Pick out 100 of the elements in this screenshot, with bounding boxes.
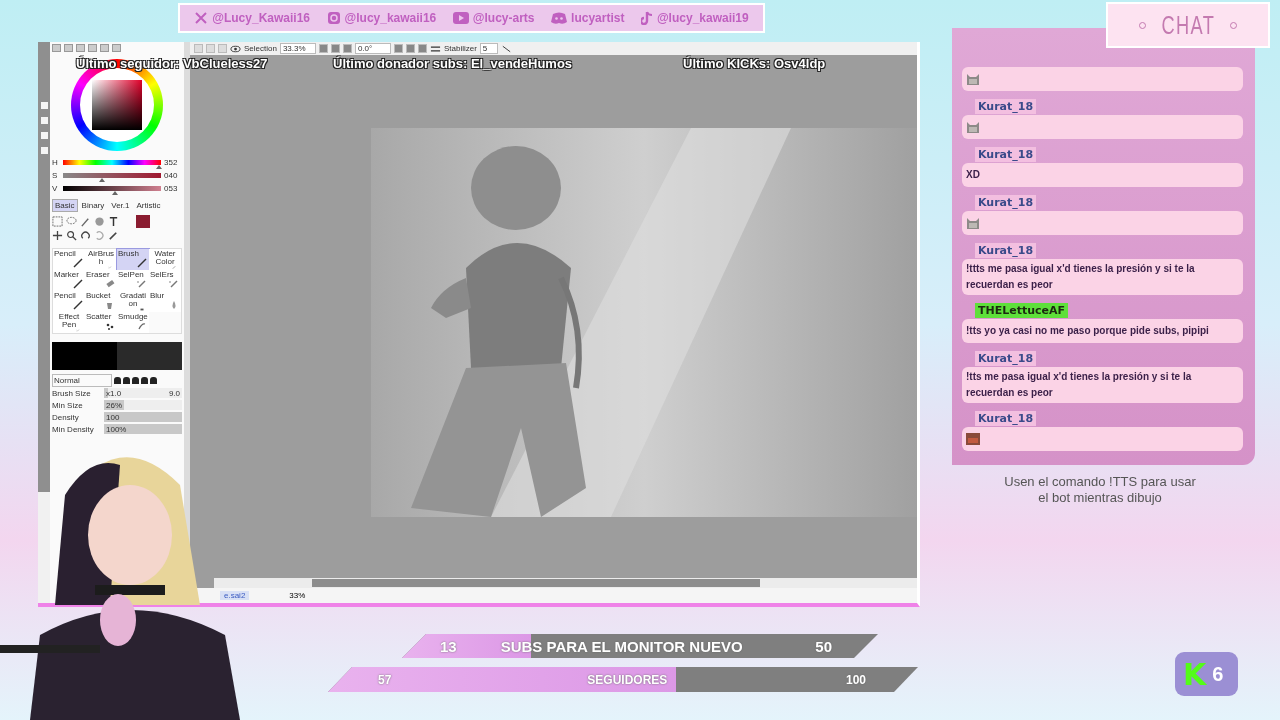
pen-icon	[72, 279, 84, 289]
x-logo-icon	[194, 11, 209, 25]
setting-label: Density	[52, 412, 80, 422]
cat-emote-icon	[966, 121, 980, 133]
zoom-value: 33%	[289, 591, 306, 600]
alert-text: Último KICKs: Osv4ldp	[683, 56, 826, 71]
chat-username: Kurat_18	[975, 147, 1037, 162]
goal-current: 13	[440, 637, 457, 655]
chat-username: Kurat_18	[975, 99, 1037, 114]
brush-tab[interactable]: Basic	[52, 199, 78, 212]
eyedropper-icon[interactable]	[108, 229, 119, 241]
pen-icon	[136, 258, 148, 268]
brush-tool[interactable]: Marker	[53, 270, 85, 291]
brush-tool[interactable]: Brush	[117, 249, 149, 270]
chat-username: Kurat_18	[975, 351, 1037, 366]
slider-value: 352	[164, 158, 179, 167]
brush-tool[interactable]: SelPen	[117, 270, 149, 291]
brush-tool[interactable]: Pencil	[53, 291, 85, 312]
rotation-field[interactable]: 0.0°	[354, 43, 391, 54]
color-swatch[interactable]	[136, 214, 150, 228]
chat-username: Kurat_18	[975, 195, 1037, 210]
setting-label: Min Density	[52, 424, 95, 434]
stabilizer-field[interactable]: 5	[479, 43, 498, 54]
goal-target: 50	[815, 637, 832, 655]
emote-icon	[966, 433, 980, 445]
chat-note: Usen el comando !TTS para usar el bot mientras dibujo	[1003, 474, 1197, 506]
stabilizer-label: Stabilizer	[443, 44, 477, 53]
line-icon[interactable]	[500, 44, 512, 53]
brush-tab[interactable]: Artistic	[133, 199, 164, 212]
kick-logo: K	[1183, 656, 1207, 692]
setting-slider[interactable]: 100	[104, 412, 182, 422]
setting-slider[interactable]: 26%	[104, 400, 182, 410]
message-text: !tts yo ya casi no me paso porque pide subs, pipipi	[966, 324, 1209, 338]
pen-icon	[72, 258, 84, 268]
eye-icon[interactable]	[230, 44, 241, 53]
social-handle: @lucy_kawaii16	[344, 11, 437, 25]
reset-button[interactable]	[417, 44, 427, 53]
blend-mode-select[interactable]: Normal	[52, 374, 112, 387]
slider-value: 040	[164, 171, 179, 180]
chat-username: THELettuceAF	[975, 303, 1069, 318]
zoom-field[interactable]: 33.3%	[279, 43, 316, 54]
pen-icon	[72, 300, 84, 310]
alert-text: Último donador subs: El_vendeHumos	[333, 56, 573, 71]
setting-value: 100%	[105, 424, 128, 434]
social-handle: @lucy-arts	[472, 11, 535, 25]
flip-icon[interactable]	[429, 44, 441, 53]
brush-tool[interactable]: SelErs	[149, 270, 181, 291]
selection-label: Selection	[244, 44, 277, 53]
social-handle: @Lucy_Kawaii16	[212, 11, 310, 25]
reset-button[interactable]	[342, 44, 352, 53]
setting-slider[interactable]: 100%	[104, 424, 182, 434]
goal-target: 100	[845, 672, 866, 687]
slider-label: V	[52, 184, 59, 193]
minus-button[interactable]	[318, 44, 328, 53]
message-text: XD	[966, 168, 980, 182]
zoom-icon[interactable]	[66, 229, 77, 241]
brush-tool[interactable]: Blur	[149, 291, 181, 312]
plus-button[interactable]	[330, 44, 340, 53]
color-square[interactable]	[92, 80, 142, 130]
setting-value: 100	[105, 412, 121, 422]
chat-title: CHAT	[1161, 9, 1215, 41]
move-icon[interactable]	[52, 229, 63, 241]
message-text: !tts me pasa igual x'd tienes la presión y si te la recuerdan es peor	[966, 370, 1193, 400]
social-handle: lucyartist	[571, 11, 625, 25]
goal-label: SEGUIDORES	[587, 672, 668, 687]
rotate-icon[interactable]	[80, 229, 91, 241]
play-icon	[452, 12, 469, 24]
kick-count: 6	[1212, 662, 1224, 686]
brush-tool[interactable]: AirBrush	[85, 249, 117, 270]
smudge-icon	[136, 321, 148, 331]
setting-label: Brush Size	[52, 388, 92, 398]
text-tool-icon[interactable]	[108, 215, 119, 227]
cat-emote-icon	[966, 73, 980, 85]
brush-tool[interactable]: Pencil	[53, 249, 85, 270]
file-tab[interactable]: e.sai2	[220, 591, 250, 600]
brush-tool[interactable]: Eraser	[85, 270, 117, 291]
goal-current: 57	[378, 672, 392, 687]
dots-icon	[104, 321, 116, 331]
multiplier-value: x1.0	[105, 388, 123, 398]
scrollbar[interactable]	[214, 578, 917, 588]
setting-label: Min Size	[52, 400, 84, 410]
brush-tool[interactable]: Smudge	[117, 312, 149, 333]
brush-tool[interactable]: Bucket	[85, 291, 117, 312]
music-note-icon	[640, 11, 653, 25]
message-text: !ttts me pasa igual x'd tienes la presión y si te la recuerdan es peor	[966, 262, 1196, 292]
brush-tab[interactable]: Binary	[78, 199, 108, 212]
brush-tool[interactable]: Water Color	[149, 249, 181, 270]
slider-value: 053	[164, 184, 179, 193]
gamepad-icon	[551, 12, 568, 24]
chat-username: Kurat_18	[975, 243, 1037, 258]
setting-slider[interactable]: x1.0 9.0	[104, 388, 182, 398]
brush-tool[interactable]: Scatter	[85, 312, 117, 333]
setting-value: 9.0	[167, 388, 181, 398]
slider-label: S	[52, 171, 59, 180]
brush-tool[interactable]: Effect Pen	[53, 312, 85, 333]
brush-tool[interactable]: Gradation	[117, 291, 149, 312]
slider-label: H	[52, 158, 59, 167]
brush-tab[interactable]: Ver.1	[108, 199, 133, 212]
chat-username: Kurat_18	[975, 411, 1037, 426]
social-handle: @lucy_kawaii19	[656, 11, 749, 25]
